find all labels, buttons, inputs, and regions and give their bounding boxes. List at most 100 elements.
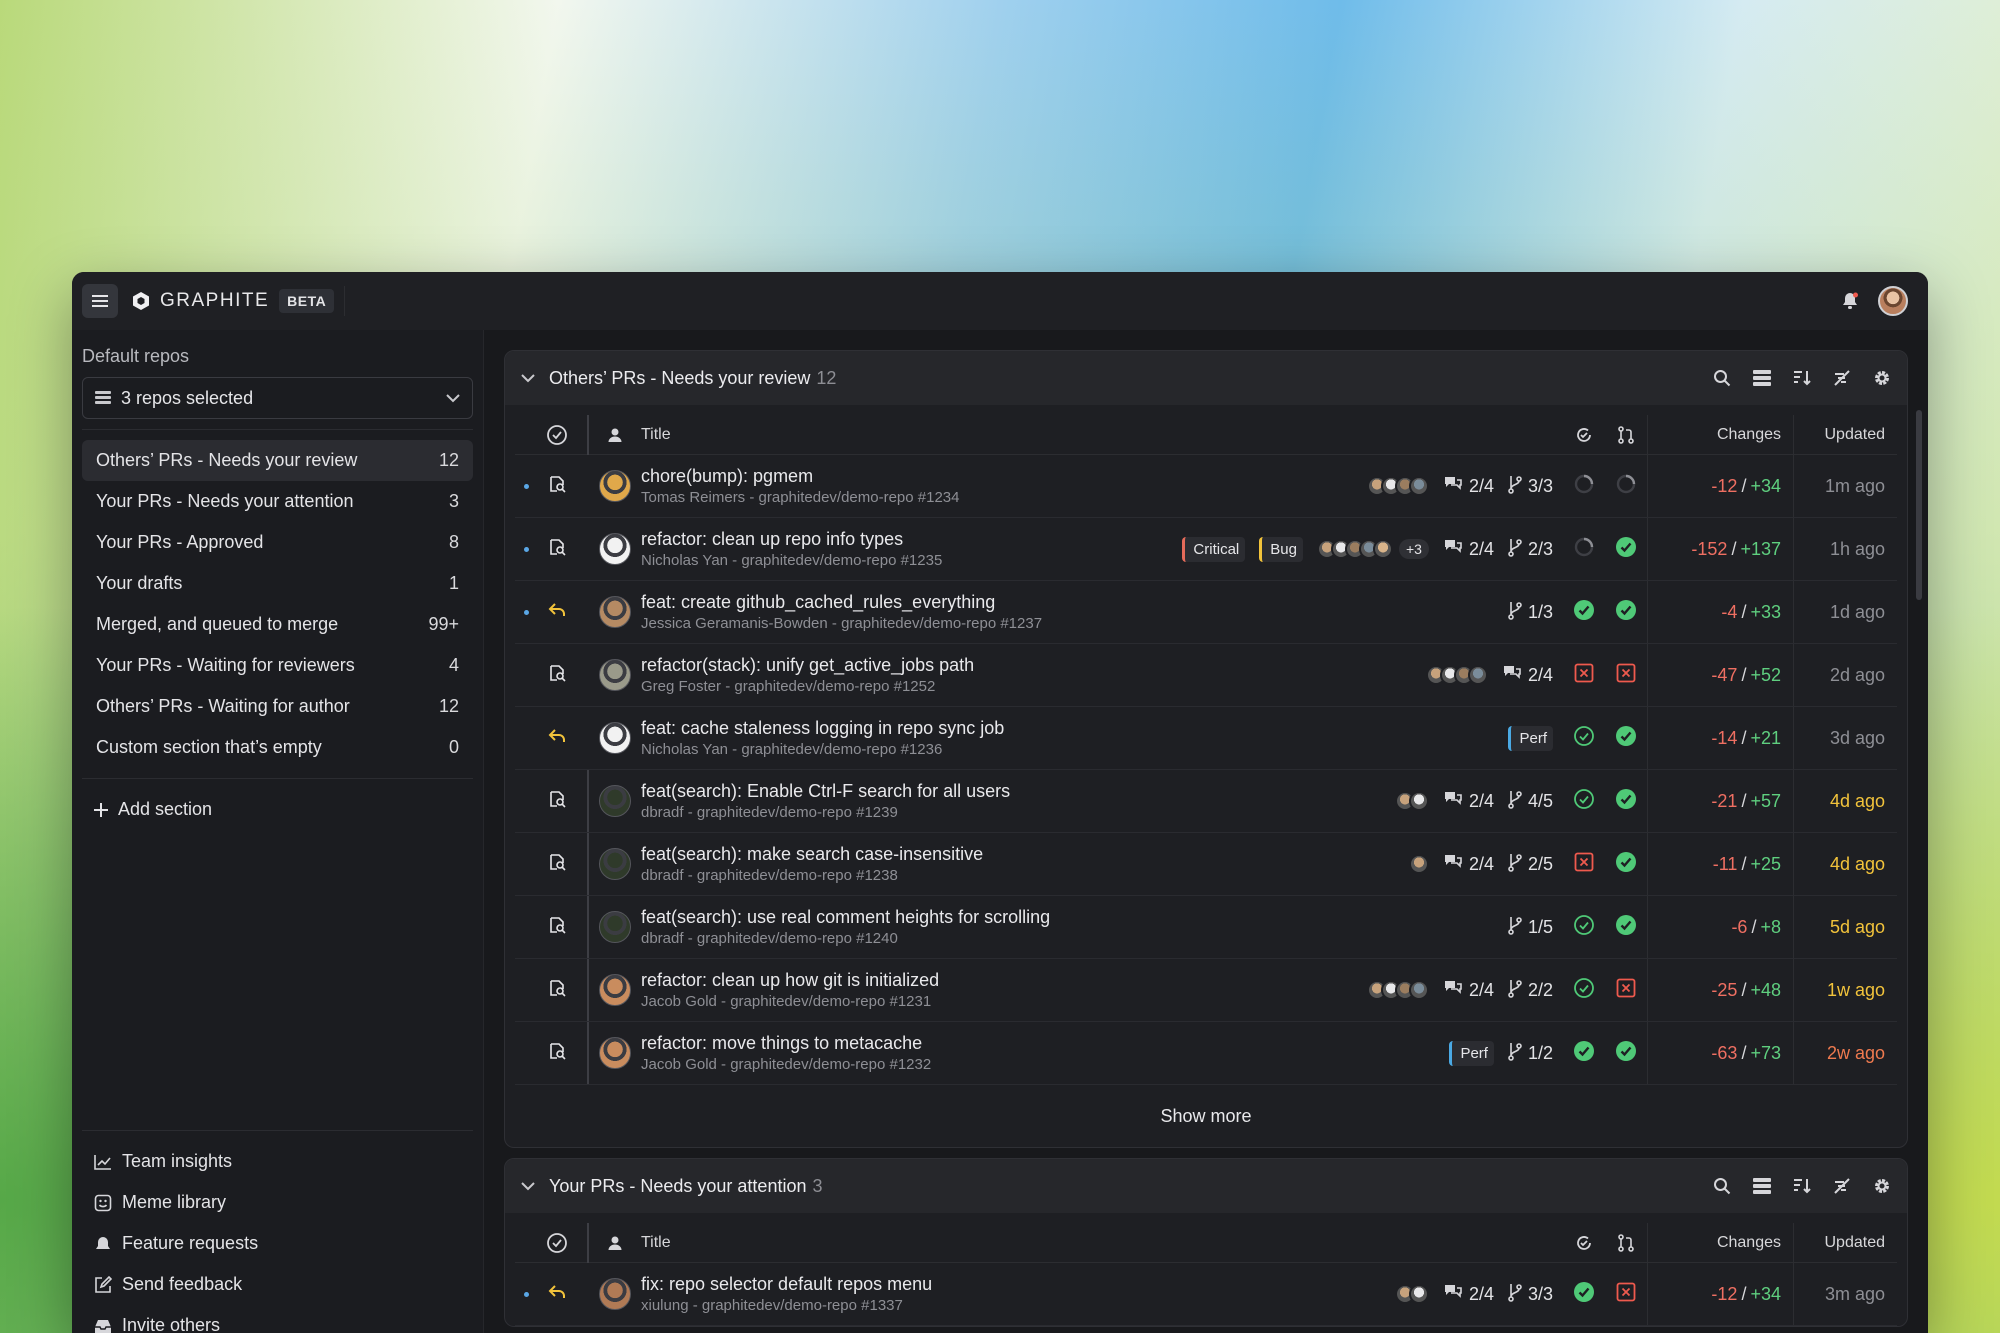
column-updated[interactable]: Updated: [1793, 1223, 1897, 1262]
table-row[interactable]: fix: repo selector default repos menu xiu…: [515, 1263, 1897, 1326]
ci-pass-icon[interactable]: [1573, 1281, 1595, 1308]
ci-pass-outline-icon[interactable]: [1573, 977, 1595, 1004]
column-updated[interactable]: Updated: [1793, 415, 1897, 454]
sidebar-link[interactable]: Meme library: [82, 1182, 473, 1223]
reply-icon[interactable]: [548, 728, 566, 749]
reviewer-avatars[interactable]: [1366, 980, 1429, 1000]
table-row[interactable]: feat(search): make search case-insensiti…: [515, 833, 1897, 896]
chevron-down-icon[interactable]: [521, 373, 535, 383]
table-row[interactable]: feat(search): use real comment heights f…: [515, 896, 1897, 959]
review-fail-icon[interactable]: [1615, 977, 1637, 1004]
reply-icon[interactable]: [548, 1284, 566, 1305]
review-icon[interactable]: [548, 1042, 566, 1065]
pr-title[interactable]: fix: repo selector default repos menu: [641, 1274, 1395, 1295]
sidebar-item[interactable]: Others’ PRs - Needs your review 12: [82, 440, 473, 481]
pull-request-icon[interactable]: [1616, 425, 1636, 445]
ci-fail-icon[interactable]: [1573, 662, 1595, 689]
column-changes[interactable]: Changes: [1647, 415, 1793, 454]
density-icon[interactable]: [1753, 1178, 1771, 1194]
comments-stat[interactable]: 2/4: [1443, 538, 1494, 561]
comments-stat[interactable]: 2/4: [1443, 790, 1494, 813]
table-row[interactable]: feat(search): Enable Ctrl-F search for a…: [515, 770, 1897, 833]
app-logo[interactable]: GRAPHITE BETA: [132, 289, 335, 313]
table-row[interactable]: chore(bump): pgmem Tomas Reimers - graphi…: [515, 455, 1897, 518]
ci-pass-outline-icon[interactable]: [1573, 725, 1595, 752]
review-pass-icon[interactable]: [1615, 1040, 1637, 1067]
author-avatar[interactable]: [599, 470, 631, 502]
author-avatar[interactable]: [599, 1278, 631, 1310]
add-section-button[interactable]: Add section: [82, 789, 473, 830]
review-fail-icon[interactable]: [1615, 662, 1637, 689]
reviewer-avatars[interactable]: [1425, 665, 1488, 685]
table-row[interactable]: refactor: clean up how git is initialize…: [515, 959, 1897, 1022]
pr-title[interactable]: feat: create github_cached_rules_everyth…: [641, 592, 1508, 613]
sidebar-link[interactable]: Team insights: [82, 1141, 473, 1182]
sort-icon[interactable]: [1793, 1178, 1811, 1194]
sidebar-item[interactable]: Merged, and queued to merge 99+: [82, 604, 473, 645]
pr-title[interactable]: feat(search): Enable Ctrl-F search for a…: [641, 781, 1395, 802]
show-more-button[interactable]: Show more: [505, 1085, 1907, 1147]
review-pass-icon[interactable]: [1615, 914, 1637, 941]
author-avatar[interactable]: [599, 974, 631, 1006]
comments-stat[interactable]: 2/4: [1443, 1283, 1494, 1306]
review-icon[interactable]: [548, 790, 566, 813]
scrollbar[interactable]: [1916, 410, 1922, 600]
label-chip[interactable]: Bug: [1259, 536, 1303, 562]
repo-select[interactable]: 3 repos selected: [82, 377, 473, 419]
label-chip[interactable]: Critical: [1182, 536, 1246, 562]
sidebar-link[interactable]: Invite others: [82, 1305, 473, 1333]
user-avatar[interactable]: [1878, 286, 1908, 316]
review-pending-icon[interactable]: [1615, 473, 1637, 500]
review-icon[interactable]: [548, 916, 566, 939]
gear-icon[interactable]: [1873, 1177, 1891, 1195]
review-pass-icon[interactable]: [1615, 725, 1637, 752]
ci-pass-outline-icon[interactable]: [1573, 788, 1595, 815]
density-icon[interactable]: [1753, 370, 1771, 386]
pr-title[interactable]: refactor(stack): unify get_active_jobs p…: [641, 655, 1426, 676]
review-icon[interactable]: [548, 664, 566, 687]
reviewer-avatars[interactable]: [1394, 1284, 1429, 1304]
table-row[interactable]: refactor(stack): unify get_active_jobs p…: [515, 644, 1897, 707]
ci-pending-icon[interactable]: [1573, 473, 1595, 500]
author-avatar[interactable]: [599, 1037, 631, 1069]
section-header[interactable]: Others’ PRs - Needs your review 12: [505, 351, 1907, 405]
reply-icon[interactable]: [548, 602, 566, 623]
author-avatar[interactable]: [599, 722, 631, 754]
pr-title[interactable]: feat(search): make search case-insensiti…: [641, 844, 1409, 865]
pr-title[interactable]: refactor: clean up repo info types: [641, 529, 1182, 550]
stack-stat[interactable]: 1/3: [1508, 600, 1553, 625]
table-row[interactable]: feat: cache staleness logging in repo sy…: [515, 707, 1897, 770]
stack-stat[interactable]: 1/5: [1508, 915, 1553, 940]
reviewer-avatars[interactable]: +3: [1316, 539, 1429, 559]
ci-pending-icon[interactable]: [1573, 536, 1595, 563]
stack-stat[interactable]: 2/2: [1508, 978, 1553, 1003]
author-avatar[interactable]: [599, 659, 631, 691]
review-fail-icon[interactable]: [1615, 1281, 1637, 1308]
pull-request-icon[interactable]: [1616, 1233, 1636, 1253]
pr-title[interactable]: refactor: move things to metacache: [641, 1033, 1449, 1054]
stack-stat[interactable]: 2/3: [1508, 537, 1553, 562]
ci-status-icon[interactable]: [1574, 1233, 1594, 1253]
search-icon[interactable]: [1713, 369, 1731, 387]
table-row[interactable]: refactor: clean up repo info types Nichol…: [515, 518, 1897, 581]
review-pass-icon[interactable]: [1615, 788, 1637, 815]
ci-pass-outline-icon[interactable]: [1573, 914, 1595, 941]
ci-pass-icon[interactable]: [1573, 1040, 1595, 1067]
table-row[interactable]: feat: create github_cached_rules_everyth…: [515, 581, 1897, 644]
reviewer-avatars[interactable]: [1408, 854, 1429, 874]
pr-title[interactable]: feat: cache staleness logging in repo sy…: [641, 718, 1508, 739]
stack-stat[interactable]: 3/3: [1508, 1282, 1553, 1307]
section-header[interactable]: Your PRs - Needs your attention 3: [505, 1159, 1907, 1213]
stack-stat[interactable]: 2/5: [1508, 852, 1553, 877]
sidebar-item[interactable]: Your PRs - Waiting for reviewers 4: [82, 645, 473, 686]
sidebar-link[interactable]: Send feedback: [82, 1264, 473, 1305]
chevron-down-icon[interactable]: [521, 1181, 535, 1191]
table-row[interactable]: refactor: move things to metacache Jacob …: [515, 1022, 1897, 1085]
comments-stat[interactable]: 2/4: [1502, 664, 1553, 687]
pr-title[interactable]: feat(search): use real comment heights f…: [641, 907, 1508, 928]
stack-stat[interactable]: 1/2: [1508, 1041, 1553, 1066]
column-title[interactable]: Title: [641, 426, 1563, 444]
author-avatar[interactable]: [599, 533, 631, 565]
author-avatar[interactable]: [599, 911, 631, 943]
stack-stat[interactable]: 3/3: [1508, 474, 1553, 499]
